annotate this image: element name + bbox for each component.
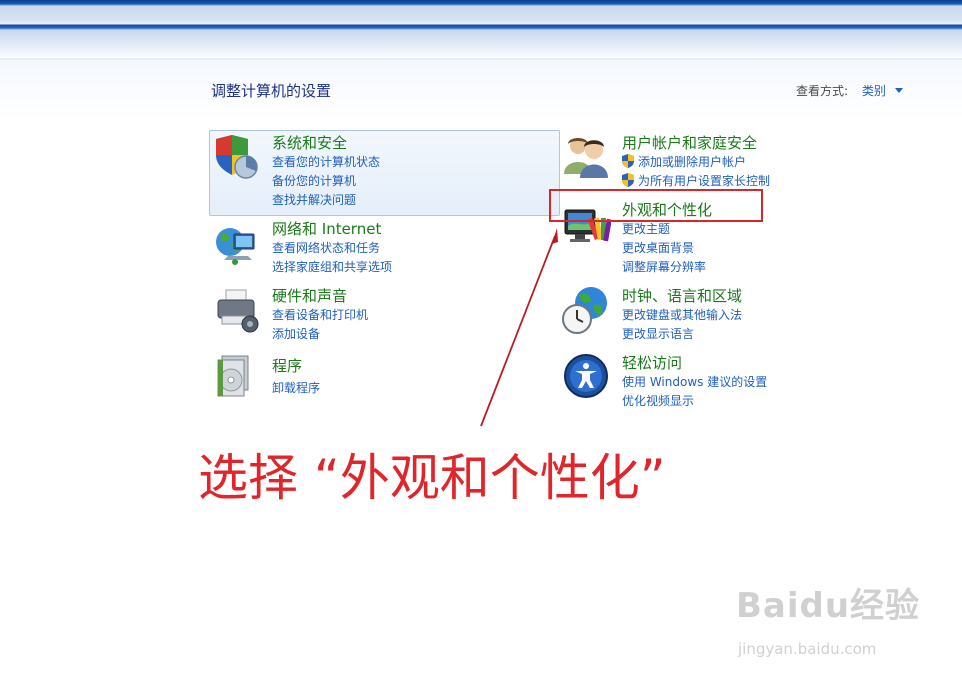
watermark-logo: Baidu经验 <box>736 586 921 626</box>
watermark-url: jingyan.baidu.com <box>738 640 877 658</box>
watermark: Baidu经验 jingyan.baidu.com <box>736 578 921 658</box>
annotation-text: 选择 “外观和个性化” <box>198 449 666 507</box>
